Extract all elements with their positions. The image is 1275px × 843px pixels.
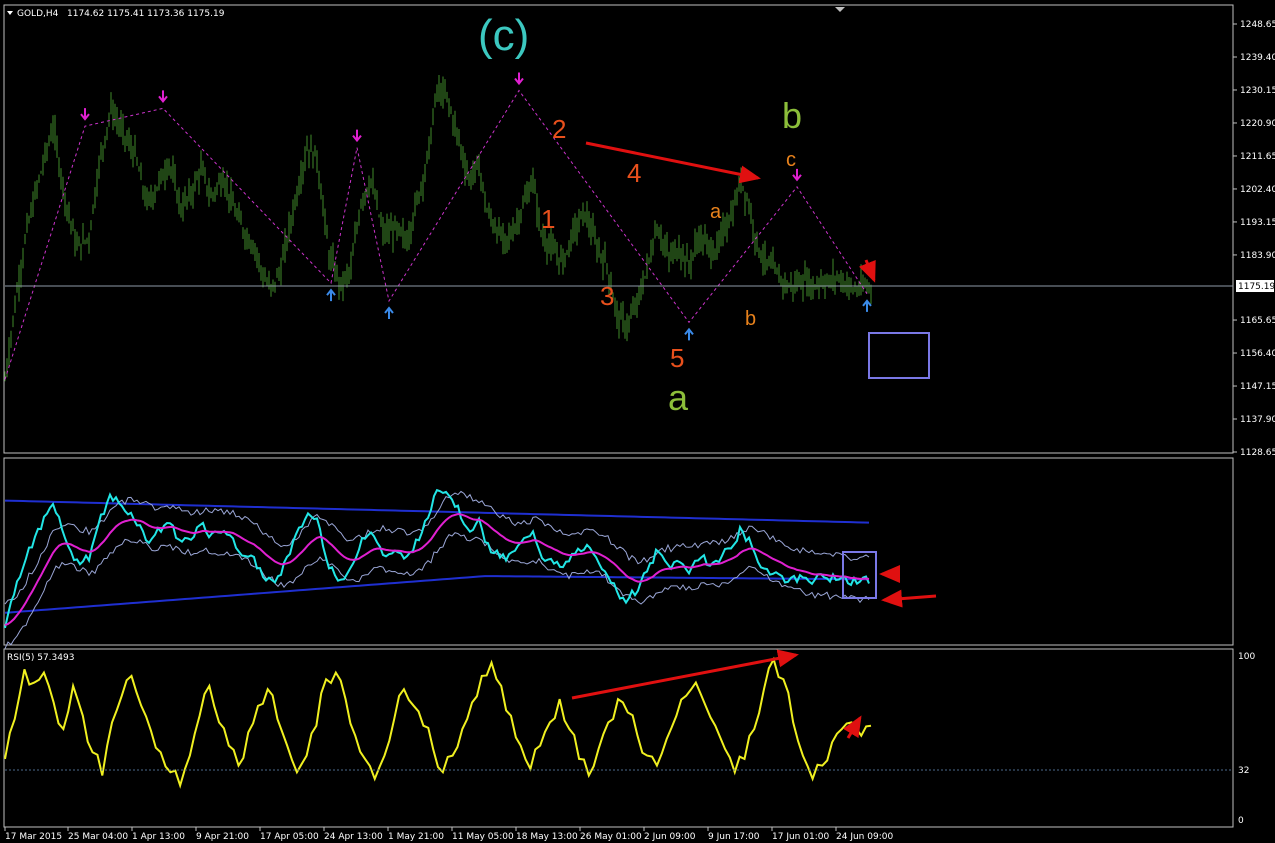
fractal-down-arrow-icon [158, 90, 168, 103]
subwave-c-label: c [786, 149, 796, 171]
time-tick-label: 9 Jun 17:00 [708, 832, 760, 842]
fractal-down-arrow-icon [514, 72, 524, 86]
price-tick-label: 1128.65 [1240, 448, 1275, 458]
time-tick-label: 17 Apr 05:00 [260, 832, 319, 842]
bb-inner-lower [4, 532, 870, 649]
fractal-up-arrow-icon [326, 288, 336, 302]
wave-4-label: 4 [627, 158, 641, 188]
ohlc-label: 1174.62 1175.41 1173.36 1175.19 [67, 9, 225, 19]
rsi-series [4, 656, 872, 789]
down-arrow-price [858, 259, 876, 283]
left-arrow-bb-lower [881, 589, 937, 608]
time-tick-label: 24 Jun 09:00 [836, 832, 893, 842]
subwave-a-label: a [710, 201, 722, 223]
time-tick-label: 25 Mar 04:00 [68, 832, 128, 842]
bollinger-panel [3, 457, 1234, 646]
fractal-up-arrow-icon [862, 299, 872, 312]
time-tick-label: 17 Mar 2015 [5, 832, 62, 842]
rsi-tick-100: 100 [1238, 652, 1255, 662]
time-tick-label: 9 Apr 21:00 [196, 832, 249, 842]
time-tick-label: 17 Jun 01:00 [772, 832, 829, 842]
current-price-value: 1175.19 [1238, 282, 1275, 292]
price-tick-label: 1137.90 [1240, 415, 1275, 425]
bb-inner-upper [4, 490, 870, 605]
wave-5-label: 5 [670, 343, 684, 373]
wave-2-label: 2 [552, 114, 566, 144]
subwave-b-label: b [745, 308, 756, 330]
price-tick-label: 1202.40 [1240, 185, 1275, 195]
main-price-panel [3, 4, 1234, 454]
rsi-header: RSI(5) 57.3493 [7, 653, 74, 663]
rsi-tick-32: 32 [1238, 766, 1249, 776]
time-tick-label: 1 Apr 13:00 [132, 832, 185, 842]
price-tick-label: 1211.65 [1240, 152, 1275, 162]
rsi-panel [3, 648, 1234, 828]
wave-c-label: (c) [478, 11, 529, 60]
price-tick-label: 1230.15 [1240, 86, 1275, 96]
divergence-arrow-rsi [571, 649, 799, 700]
fractal-up-arrow-icon [384, 306, 394, 319]
shift-marker-icon[interactable] [835, 7, 845, 12]
fractal-down-arrow-icon [80, 108, 90, 121]
time-tick-label: 24 Apr 13:00 [324, 832, 383, 842]
time-axis: 17 Mar 2015 25 Mar 04:00 1 Apr 13:00 9 Apr … [4, 827, 893, 842]
fractal-up-arrow-icon [684, 327, 694, 341]
rsi-tick-0: 0 [1238, 816, 1244, 826]
time-tick-label: 18 May 13:00 [516, 832, 578, 842]
time-tick-label: 2 Jun 09:00 [644, 832, 696, 842]
price-tick-label: 1156.40 [1240, 349, 1275, 359]
wave-1-label: 1 [541, 204, 555, 234]
price-tick-label: 1193.15 [1240, 218, 1275, 228]
dropdown-arrow-icon[interactable] [7, 11, 13, 15]
time-tick-label: 11 May 05:00 [452, 832, 514, 842]
wave-3-label: 3 [600, 281, 614, 311]
price-tick-label: 1183.90 [1240, 251, 1275, 261]
symbol-label: GOLD,H4 [17, 9, 59, 19]
time-tick-label: 1 May 21:00 [388, 832, 444, 842]
bollinger-bands [4, 488, 870, 649]
price-tick-label: 1248.65 [1240, 20, 1275, 30]
price-tick-label: 1220.90 [1240, 119, 1275, 129]
price-tick-label: 1147.15 [1240, 382, 1275, 392]
candle-series [4, 74, 872, 382]
divergence-arrow-price [585, 141, 761, 184]
bb-focus-box [842, 551, 877, 599]
fractal-down-arrow-icon [352, 129, 362, 143]
wave-b-label: b [782, 95, 802, 136]
up-arrow-rsi [843, 715, 862, 739]
rsi-line [4, 656, 872, 789]
zigzag-path [4, 89, 868, 380]
zigzag-line [4, 72, 872, 380]
wave-a-label: a [668, 377, 689, 418]
time-tick-label: 26 May 01:00 [580, 832, 642, 842]
price-tick-label: 1239.40 [1240, 53, 1275, 63]
price-tick-label: 1165.65 [1240, 316, 1275, 326]
bb-outer-lower [4, 575, 870, 614]
target-box [868, 332, 930, 379]
price-axis: 1248.65 1239.40 1230.15 1220.90 1211.65 1202.… [1233, 20, 1275, 458]
chart-window: GOLD,H4 1174.62 1175.41 1173.36 1175.19 … [3, 4, 1275, 842]
